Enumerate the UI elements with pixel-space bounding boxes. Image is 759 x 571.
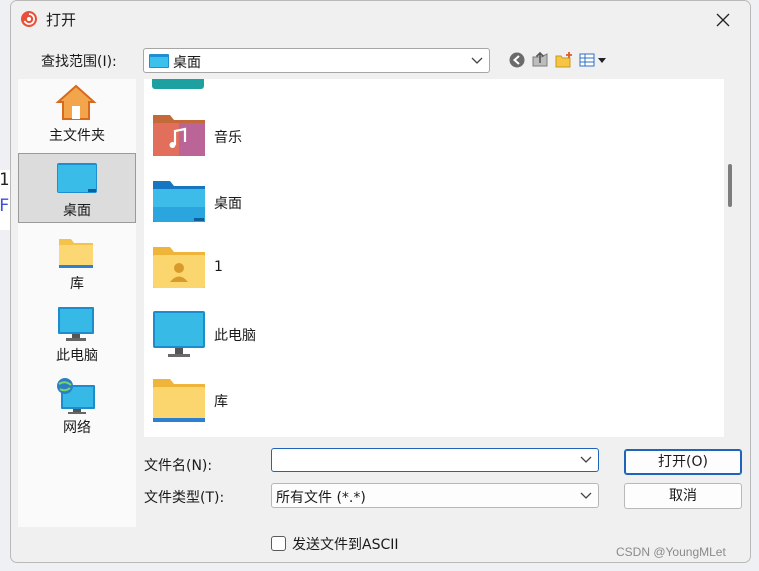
app-shell-icon [21, 11, 37, 27]
desktop-folder-icon [149, 54, 169, 68]
home-icon [55, 84, 97, 120]
computer-icon [153, 311, 205, 357]
place-home[interactable]: 主文件夹 [18, 81, 136, 151]
open-file-dialog: 打开 查找范围(I): 桌面 主文件夹 桌面 库 此电脑 网络 音乐 桌面 1 … [10, 0, 751, 563]
look-in-dropdown[interactable]: 桌面 [143, 48, 490, 73]
place-this-pc[interactable]: 此电脑 [18, 303, 136, 373]
library-folder-icon [59, 239, 93, 268]
place-label: 主文件夹 [49, 128, 105, 144]
file-item[interactable]: 库 [152, 376, 452, 436]
chevron-down-icon [471, 57, 483, 64]
close-icon [716, 13, 730, 27]
place-label: 此电脑 [56, 348, 98, 364]
cancel-button[interactable]: 取消 [624, 483, 742, 509]
place-label: 桌面 [63, 203, 91, 219]
open-button[interactable]: 打开(O) [624, 449, 742, 475]
file-name: 桌面 [214, 196, 242, 212]
place-label: 库 [70, 276, 84, 292]
filename-label: 文件名(N): [144, 458, 213, 474]
place-library[interactable]: 库 [18, 231, 136, 301]
send-to-ascii-label: 发送文件到ASCII [292, 537, 399, 553]
up-folder-icon[interactable] [531, 51, 549, 69]
filetype-label: 文件类型(T): [144, 490, 225, 506]
user-folder-icon [153, 247, 205, 288]
new-folder-icon[interactable] [555, 51, 573, 69]
look-in-label: 查找范围(I): [41, 54, 117, 70]
filetype-value: 所有文件 (*.*) [276, 490, 366, 506]
send-to-ascii-checkbox[interactable] [271, 536, 286, 551]
title-bar: 打开 [11, 1, 750, 38]
file-list[interactable]: 音乐 桌面 1 此电脑 库 [144, 79, 724, 437]
file-item[interactable]: 桌面 [152, 178, 452, 238]
file-name: 音乐 [214, 130, 242, 146]
chevron-down-icon [580, 492, 592, 499]
file-name: 1 [214, 259, 223, 275]
look-in-value: 桌面 [173, 55, 201, 71]
dialog-title: 打开 [46, 11, 77, 29]
bleed-text-2: F [0, 196, 10, 216]
file-name: 此电脑 [214, 328, 256, 344]
desktop-icon [57, 163, 97, 193]
bleed-text-1: 1 [0, 170, 10, 190]
place-label: 网络 [63, 420, 91, 436]
network-icon [57, 378, 95, 414]
file-name: 库 [214, 394, 228, 410]
chevron-down-icon[interactable] [580, 456, 592, 464]
place-network[interactable]: 网络 [18, 375, 136, 445]
close-button[interactable] [710, 7, 736, 33]
file-item[interactable]: 音乐 [152, 112, 452, 172]
filename-input[interactable] [271, 448, 599, 472]
back-icon[interactable] [508, 51, 526, 69]
background-window-fragment: 1 F [0, 170, 10, 230]
library-folder-icon [153, 379, 205, 422]
file-item[interactable]: 此电脑 [152, 310, 452, 370]
watermark: CSDN @YoungMLet [616, 545, 726, 559]
partial-file-item [152, 79, 204, 89]
file-item[interactable]: 1 [152, 244, 452, 304]
place-desktop[interactable]: 桌面 [18, 153, 136, 223]
file-list-scrollbar[interactable] [728, 164, 732, 207]
filetype-dropdown[interactable]: 所有文件 (*.*) [271, 483, 599, 508]
places-bar: 主文件夹 桌面 库 此电脑 网络 [18, 79, 136, 527]
computer-icon [58, 307, 94, 341]
view-menu-icon[interactable] [579, 51, 609, 69]
music-folder-icon [153, 115, 205, 156]
desktop-folder-icon [153, 181, 205, 222]
